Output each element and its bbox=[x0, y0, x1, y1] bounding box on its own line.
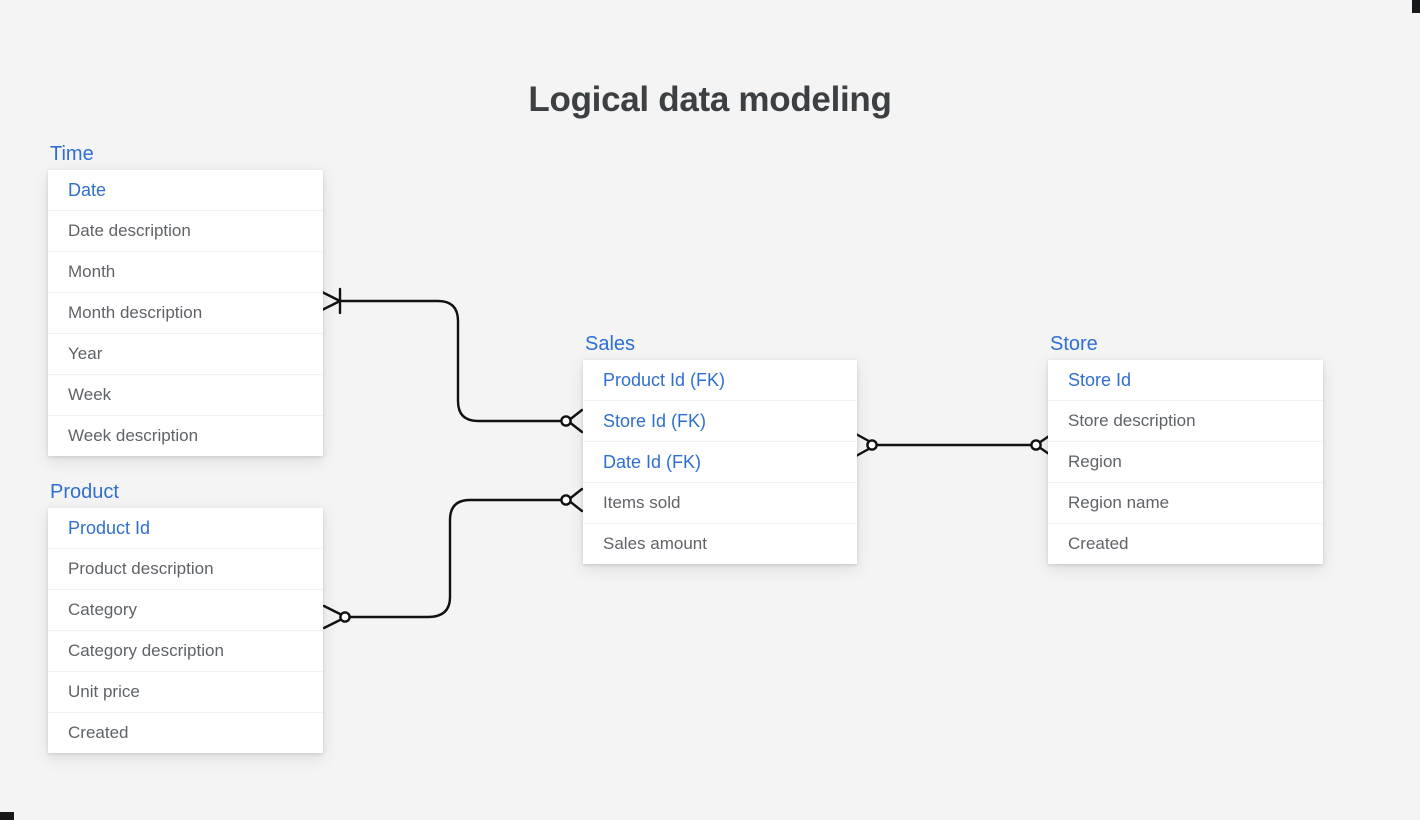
relationship-time-sales bbox=[316, 287, 584, 434]
field-row[interactable]: Created bbox=[1048, 524, 1323, 564]
field-row[interactable]: Week description bbox=[48, 416, 323, 456]
relationship-sales-store bbox=[854, 432, 1054, 458]
field-row[interactable]: Unit price bbox=[48, 672, 323, 713]
entity-card: Date Date description Month Month descri… bbox=[48, 170, 323, 456]
field-row[interactable]: Category description bbox=[48, 631, 323, 672]
entity-title: Time bbox=[50, 143, 94, 165]
field-row[interactable]: Store description bbox=[1048, 401, 1323, 442]
entity-card: Store Id Store description Region Region… bbox=[1048, 360, 1323, 564]
canvas-corner-mark-bottom-left bbox=[0, 812, 14, 820]
entity-card: Product Id (FK) Store Id (FK) Date Id (F… bbox=[583, 360, 857, 564]
field-row[interactable]: Created bbox=[48, 713, 323, 753]
cardinality-zero-or-many bbox=[322, 604, 351, 630]
field-row[interactable]: Year bbox=[48, 334, 323, 375]
field-row[interactable]: Region name bbox=[1048, 483, 1323, 524]
field-row[interactable]: Month bbox=[48, 252, 323, 293]
entity-title: Sales bbox=[585, 333, 636, 355]
field-row[interactable]: Region bbox=[1048, 442, 1323, 483]
entity-product[interactable]: Product Product Id Product description C… bbox=[48, 480, 323, 753]
field-row[interactable]: Date description bbox=[48, 211, 323, 252]
cardinality-zero-or-many bbox=[854, 432, 878, 458]
field-row[interactable]: Month description bbox=[48, 293, 323, 334]
field-row[interactable]: Product Id (FK) bbox=[583, 360, 857, 401]
relationship-product-sales bbox=[322, 487, 584, 630]
field-row[interactable]: Week bbox=[48, 375, 323, 416]
field-row[interactable]: Category bbox=[48, 590, 323, 631]
page-title: Logical data modeling bbox=[528, 80, 892, 119]
entity-sales[interactable]: Sales Product Id (FK) Store Id (FK) Date… bbox=[583, 332, 857, 564]
field-row[interactable]: Date Id (FK) bbox=[583, 442, 857, 483]
field-row[interactable]: Product description bbox=[48, 549, 323, 590]
cardinality-zero-or-many bbox=[560, 487, 584, 513]
entity-store[interactable]: Store Store Id Store description Region … bbox=[1048, 332, 1323, 564]
entity-time[interactable]: Time Date Date description Month Month d… bbox=[48, 142, 323, 456]
field-row[interactable]: Store Id (FK) bbox=[583, 401, 857, 442]
field-row[interactable]: Product Id bbox=[48, 508, 323, 549]
field-row[interactable]: Sales amount bbox=[583, 524, 857, 564]
field-row[interactable]: Store Id bbox=[1048, 360, 1323, 401]
entity-card: Product Id Product description Category … bbox=[48, 508, 323, 753]
entity-title: Store bbox=[1050, 333, 1098, 355]
field-row[interactable]: Items sold bbox=[583, 483, 857, 524]
field-row[interactable]: Date bbox=[48, 170, 323, 211]
entity-title: Product bbox=[50, 481, 119, 503]
canvas-corner-mark-top-right bbox=[1412, 0, 1420, 13]
cardinality-zero-or-many bbox=[560, 408, 584, 434]
diagram-canvas: Logical data modeling Time Date Date des… bbox=[0, 0, 1420, 820]
